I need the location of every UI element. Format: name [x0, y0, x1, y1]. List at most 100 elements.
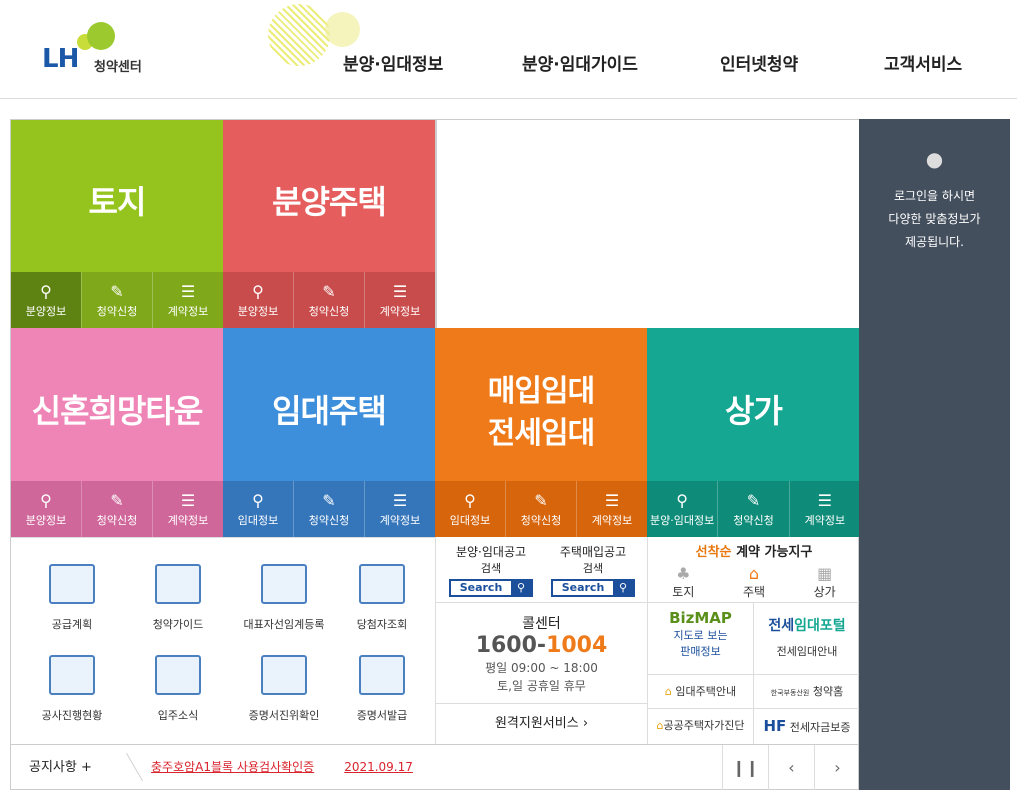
tile-commercial[interactable]: 상가 ⚲ 분양·임대정보 ✎ 청약신청 ☰ 계약정보 — [647, 328, 860, 537]
contract-housing[interactable]: ⌂ 주택 — [743, 564, 765, 600]
bizmap-banner[interactable]: BizMAP 지도로 보는 판매정보 — [647, 603, 753, 675]
notice-label: 공지사항 — [29, 760, 77, 775]
sub-sale-rent-info[interactable]: ⚲ 분양·임대정보 — [647, 481, 717, 537]
sub-apply[interactable]: ✎ 청약신청 — [81, 272, 152, 328]
sub-label: 청약신청 — [96, 305, 138, 318]
remote-support-link[interactable]: 원격지원서비스 › — [435, 703, 647, 744]
sub-rent-info[interactable]: ⚲ 임대정보 — [223, 481, 293, 537]
search-button[interactable]: Search ⚲ — [551, 579, 635, 597]
sub-apply[interactable]: ✎ 청약신청 — [293, 481, 364, 537]
nav-internet-apply[interactable]: 인터넷청약 — [720, 50, 798, 75]
self-check-banner[interactable]: ⌂공공주택자가진단 — [647, 709, 753, 744]
sub-apply[interactable]: ✎ 청약신청 — [717, 481, 788, 537]
notice-date: 2021.09.17 — [344, 760, 413, 774]
quick-representative-register[interactable]: 대표자선임계등록 — [231, 564, 337, 632]
house-icon: ⌂ — [664, 685, 672, 698]
sub-contract-info[interactable]: ☰ 계약정보 — [576, 481, 647, 537]
portal-sub: 전세임대안내 — [776, 645, 838, 658]
hf-banner[interactable]: HF 전세자금보증 — [753, 709, 860, 744]
rent-housing-banner[interactable]: ⌂ 임대주택안내 — [647, 675, 753, 709]
sub-apply[interactable]: ✎ 청약신청 — [293, 272, 364, 328]
pen-icon: ✎ — [322, 282, 336, 301]
contract-land[interactable]: ♣ 토지 — [672, 564, 694, 600]
tile-subbar: ⚲ 임대정보 ✎ 청약신청 ☰ 계약정보 — [435, 481, 647, 537]
first-come-contract: 선착순 계약 가능지구 ♣ 토지 ⌂ 주택 ▦ 상가 — [647, 537, 860, 603]
sub-label: 분양정보 — [237, 305, 279, 318]
sub-label: 계약정보 — [167, 514, 209, 527]
notice-item[interactable]: 충주호암A1블록 사용검사확인증 2021.09.17 — [151, 745, 413, 790]
sub-sale-info[interactable]: ⚲ 분양정보 — [223, 272, 293, 328]
tile-newlywed-town[interactable]: 신혼희망타운 ⚲ 분양정보 ✎ 청약신청 ☰ 계약정보 — [11, 328, 223, 537]
notice-label-group[interactable]: 공지사항 + — [29, 745, 92, 790]
sub-contract-info[interactable]: ☰ 계약정보 — [788, 481, 860, 537]
prev-button[interactable]: ‹ — [768, 745, 814, 790]
contract-label: 주택 — [742, 585, 766, 599]
nav-sale-rent-guide[interactable]: 분양·임대가이드 — [522, 50, 638, 75]
list-icon: ☰ — [817, 491, 832, 510]
sub-contract-info[interactable]: ☰ 계약정보 — [152, 481, 223, 537]
tile-subbar: ⚲ 임대정보 ✎ 청약신청 ☰ 계약정보 — [223, 481, 435, 537]
quick-winner-lookup[interactable]: 당첨자조회 — [329, 564, 435, 632]
quick-menu: 공급계획 청약가이드 대표자선임계등록 당첨자조회 공사진행현황 입주소식 증명… — [11, 537, 435, 744]
book-icon — [155, 564, 201, 604]
apply-home-banner[interactable]: 한국부동산원 청약홈 — [753, 675, 860, 709]
quick-certificate-verify[interactable]: 증명서진위확인 — [231, 655, 337, 723]
sub-sale-info[interactable]: ⚲ 분양정보 — [11, 272, 81, 328]
sub-apply[interactable]: ✎ 청약신청 — [81, 481, 152, 537]
list-icon: ☰ — [180, 282, 196, 301]
contract-commercial[interactable]: ▦ 상가 — [814, 564, 836, 600]
sub-contract-info[interactable]: ☰ 계약정보 — [364, 481, 435, 537]
sub-label: 계약정보 — [167, 305, 209, 318]
chevron-right-icon: › — [582, 716, 589, 731]
search-icon: ⚲ — [40, 491, 52, 510]
banner-area — [435, 120, 860, 328]
side-text: 로그인을 하시면 — [893, 189, 976, 203]
sub-label: 계약정보 — [804, 514, 846, 527]
sub-label: 청약신청 — [733, 514, 774, 527]
quick-move-in-news[interactable]: 입주소식 — [125, 655, 231, 723]
quick-certificate-issue[interactable]: 증명서발급 — [329, 655, 435, 723]
printer-icon — [359, 655, 405, 695]
sub-contract-info[interactable]: ☰ 계약정보 — [152, 272, 223, 328]
search-sub: 검색 — [582, 562, 604, 575]
notice-text: 충주호암A1블록 사용검사확인증 — [151, 760, 315, 774]
bizmap-sub: 판매정보 — [680, 645, 721, 658]
quick-construction-status[interactable]: 공사진행현황 — [19, 655, 125, 723]
sub-rent-info[interactable]: ⚲ 임대정보 — [435, 481, 505, 537]
search-button[interactable]: Search ⚲ — [449, 579, 533, 597]
tile-purchase-lease[interactable]: 매입임대 전세임대 ⚲ 임대정보 ✎ 청약신청 ☰ 계약정보 — [435, 328, 647, 537]
pause-button[interactable]: ❙❙ — [722, 745, 768, 790]
sub-label: 청약신청 — [520, 514, 562, 527]
quick-label: 입주소식 — [157, 709, 199, 722]
quick-label: 증명서발급 — [356, 709, 408, 722]
logo-text: 청약센터 — [94, 60, 142, 75]
calendar-icon — [155, 655, 201, 695]
sub-sale-info[interactable]: ⚲ 분양정보 — [11, 481, 81, 537]
logo-dot-large — [87, 22, 115, 50]
lh-logo[interactable]: LH 청약센터 — [42, 22, 192, 82]
next-button[interactable]: › — [814, 745, 860, 790]
user-icon: ● — [925, 147, 944, 171]
tile-rental-housing[interactable]: 임대주택 ⚲ 임대정보 ✎ 청약신청 ☰ 계약정보 — [223, 328, 435, 537]
quick-apply-guide[interactable]: 청약가이드 — [125, 564, 231, 632]
tile-sale-housing[interactable]: 분양주택 ⚲ 분양정보 ✎ 청약신청 ☰ 계약정보 — [223, 120, 435, 328]
sub-apply[interactable]: ✎ 청약신청 — [505, 481, 576, 537]
search-icon: ⚲ — [464, 491, 476, 510]
call-center: 콜센터 1600-1004 평일 09:00 ~ 18:00 토,일 공휴일 휴… — [435, 603, 647, 703]
sub-label: 계약정보 — [591, 514, 633, 527]
list-icon: ☰ — [180, 491, 196, 510]
main-grid: 토지 ⚲ 분양정보 ✎ 청약신청 ☰ 계약정보 분양주택 ⚲ 분양정보 ✎ 청약신청 ☰ 계… — [10, 119, 860, 790]
nav-customer-service[interactable]: 고객서비스 — [884, 50, 962, 75]
call-center-label: 콜센터 — [522, 616, 561, 632]
sub-label: 분양정보 — [25, 514, 67, 527]
building-icon: ▦ — [817, 564, 833, 583]
tile-land[interactable]: 토지 ⚲ 분양정보 ✎ 청약신청 ☰ 계약정보 — [11, 120, 223, 328]
nav-sale-rent-info[interactable]: 분양·임대정보 — [343, 50, 443, 75]
sub-label: 계약정보 — [379, 305, 421, 318]
sub-contract-info[interactable]: ☰ 계약정보 — [364, 272, 435, 328]
search-icon: ⚲ — [511, 581, 531, 595]
quick-supply-plan[interactable]: 공급계획 — [19, 564, 125, 632]
search-icon: ⚲ — [252, 491, 264, 510]
sub-label: 임대정보 — [449, 514, 491, 527]
jeonse-portal-banner[interactable]: 전세임대포털 전세임대안내 — [753, 603, 860, 675]
